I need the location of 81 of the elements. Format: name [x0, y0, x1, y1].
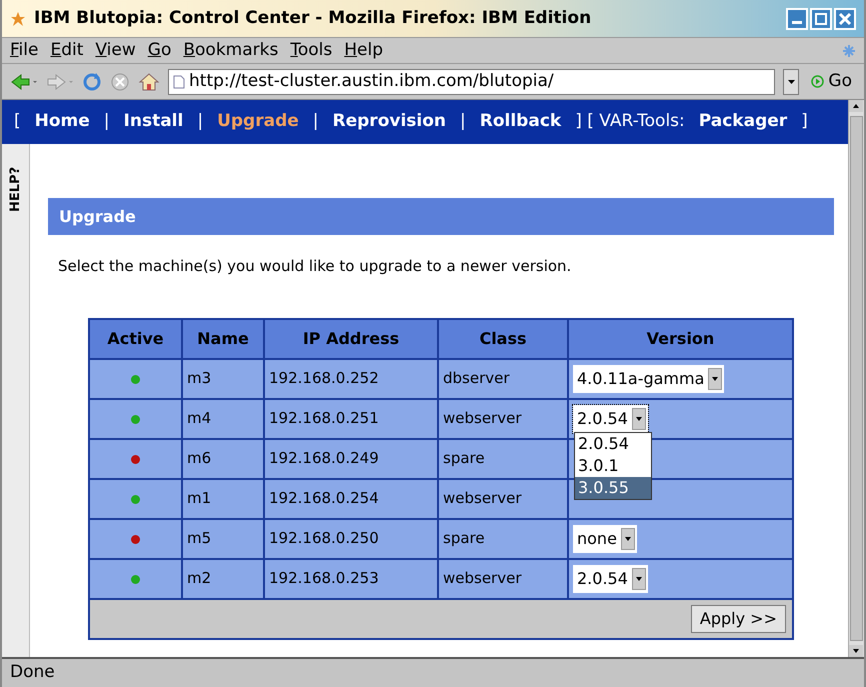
- address-field[interactable]: http://test-cluster.austin.ibm.com/blutopia/: [168, 68, 776, 94]
- nav-link[interactable]: Home: [34, 109, 90, 135]
- table-cell: m6: [182, 438, 264, 478]
- maximize-button[interactable]: [810, 8, 832, 30]
- menu-item[interactable]: Bookmarks: [183, 38, 278, 64]
- column-header: Class: [438, 318, 568, 358]
- page-icon: [173, 74, 185, 88]
- scroll-thumb[interactable]: [850, 116, 863, 641]
- dropdown-option[interactable]: 3.0.55: [575, 476, 651, 498]
- window-title: IBM Blutopia: Control Center - Mozilla Firefox: IBM Edition: [34, 6, 592, 30]
- version-select[interactable]: 4.0.11a-gamma: [573, 364, 724, 392]
- table-cell: m4: [182, 398, 264, 438]
- throbber-icon: [842, 44, 856, 58]
- url-text: http://test-cluster.austin.ibm.com/blutopia/: [189, 70, 554, 93]
- star-icon: [10, 10, 26, 26]
- nav-separator: |: [460, 110, 466, 134]
- caret-icon: [636, 416, 642, 420]
- nav-separator: |: [312, 110, 319, 134]
- nav-link[interactable]: Install: [124, 109, 184, 135]
- caret-icon: [712, 376, 718, 380]
- scroll-up-icon[interactable]: [849, 100, 863, 112]
- reload-icon[interactable]: [82, 72, 102, 92]
- table-cell: m2: [182, 558, 264, 598]
- version-select[interactable]: 2.0.54: [573, 404, 648, 432]
- nav-link[interactable]: Upgrade: [217, 109, 299, 135]
- dropdown-option[interactable]: 3.0.1: [575, 454, 651, 476]
- scroll-down-icon[interactable]: [849, 645, 863, 657]
- table-cell: dbserver: [438, 358, 568, 398]
- table-cell: 192.168.0.249: [264, 438, 438, 478]
- table-cell: webserver: [438, 398, 568, 438]
- minimize-button[interactable]: [786, 8, 808, 30]
- caret-icon: [788, 80, 795, 84]
- nav-separator: |: [197, 110, 204, 134]
- table-cell: 192.168.0.254: [264, 478, 438, 518]
- column-header: IP Address: [264, 318, 438, 358]
- dropdown-option[interactable]: 2.0.54: [575, 432, 651, 454]
- nav-link[interactable]: Reprovision: [332, 109, 446, 135]
- status-text: Done: [10, 661, 55, 684]
- table-cell: 192.168.0.253: [264, 558, 438, 598]
- section-header: Upgrade: [48, 198, 834, 235]
- menu-item[interactable]: File: [10, 38, 38, 64]
- menu-item[interactable]: Go: [148, 38, 172, 64]
- column-header: Active: [89, 318, 182, 358]
- go-icon: [811, 75, 824, 88]
- nav-link[interactable]: Rollback: [480, 109, 562, 135]
- version-select[interactable]: none: [573, 524, 637, 552]
- table-cell: spare: [438, 438, 568, 478]
- menu-item[interactable]: Edit: [50, 38, 84, 64]
- menu-item[interactable]: Tools: [290, 38, 332, 64]
- version-select[interactable]: 2.0.54: [573, 564, 648, 592]
- table-cell: spare: [438, 518, 568, 558]
- column-header: Version: [568, 318, 793, 358]
- forward-icon[interactable]: [46, 72, 74, 92]
- table-cell: webserver: [438, 478, 568, 518]
- nav-link[interactable]: Packager: [698, 109, 788, 135]
- scrollbar[interactable]: [848, 100, 864, 657]
- apply-button[interactable]: Apply >>: [690, 604, 786, 632]
- table-cell: m1: [182, 478, 264, 518]
- table-cell: 192.168.0.250: [264, 518, 438, 558]
- nav-separator: ] [ VAR-Tools:: [575, 110, 685, 134]
- table-cell: m5: [182, 518, 264, 558]
- table-cell: 192.168.0.251: [264, 398, 438, 438]
- caret-icon: [636, 576, 642, 580]
- table-cell: 192.168.0.252: [264, 358, 438, 398]
- menu-item[interactable]: Help: [344, 38, 384, 64]
- history-dropdown-button[interactable]: [783, 68, 800, 94]
- back-icon[interactable]: [10, 72, 38, 92]
- go-button[interactable]: Go: [807, 68, 856, 94]
- nav-separator: |: [104, 110, 110, 134]
- home-icon[interactable]: [138, 72, 160, 92]
- column-header: Name: [182, 318, 264, 358]
- close-button[interactable]: [834, 8, 856, 30]
- stop-icon[interactable]: [110, 72, 130, 92]
- help-tab[interactable]: HELP?: [6, 152, 26, 212]
- nav-separator: ]: [801, 110, 808, 134]
- nav-separator: [: [14, 110, 21, 134]
- instructions-text: Select the machine(s) you would like to upgrade to a newer version.: [58, 256, 572, 277]
- table-cell: webserver: [438, 558, 568, 598]
- menu-item[interactable]: View: [95, 38, 136, 64]
- caret-icon: [624, 536, 631, 540]
- table-cell: m3: [182, 358, 264, 398]
